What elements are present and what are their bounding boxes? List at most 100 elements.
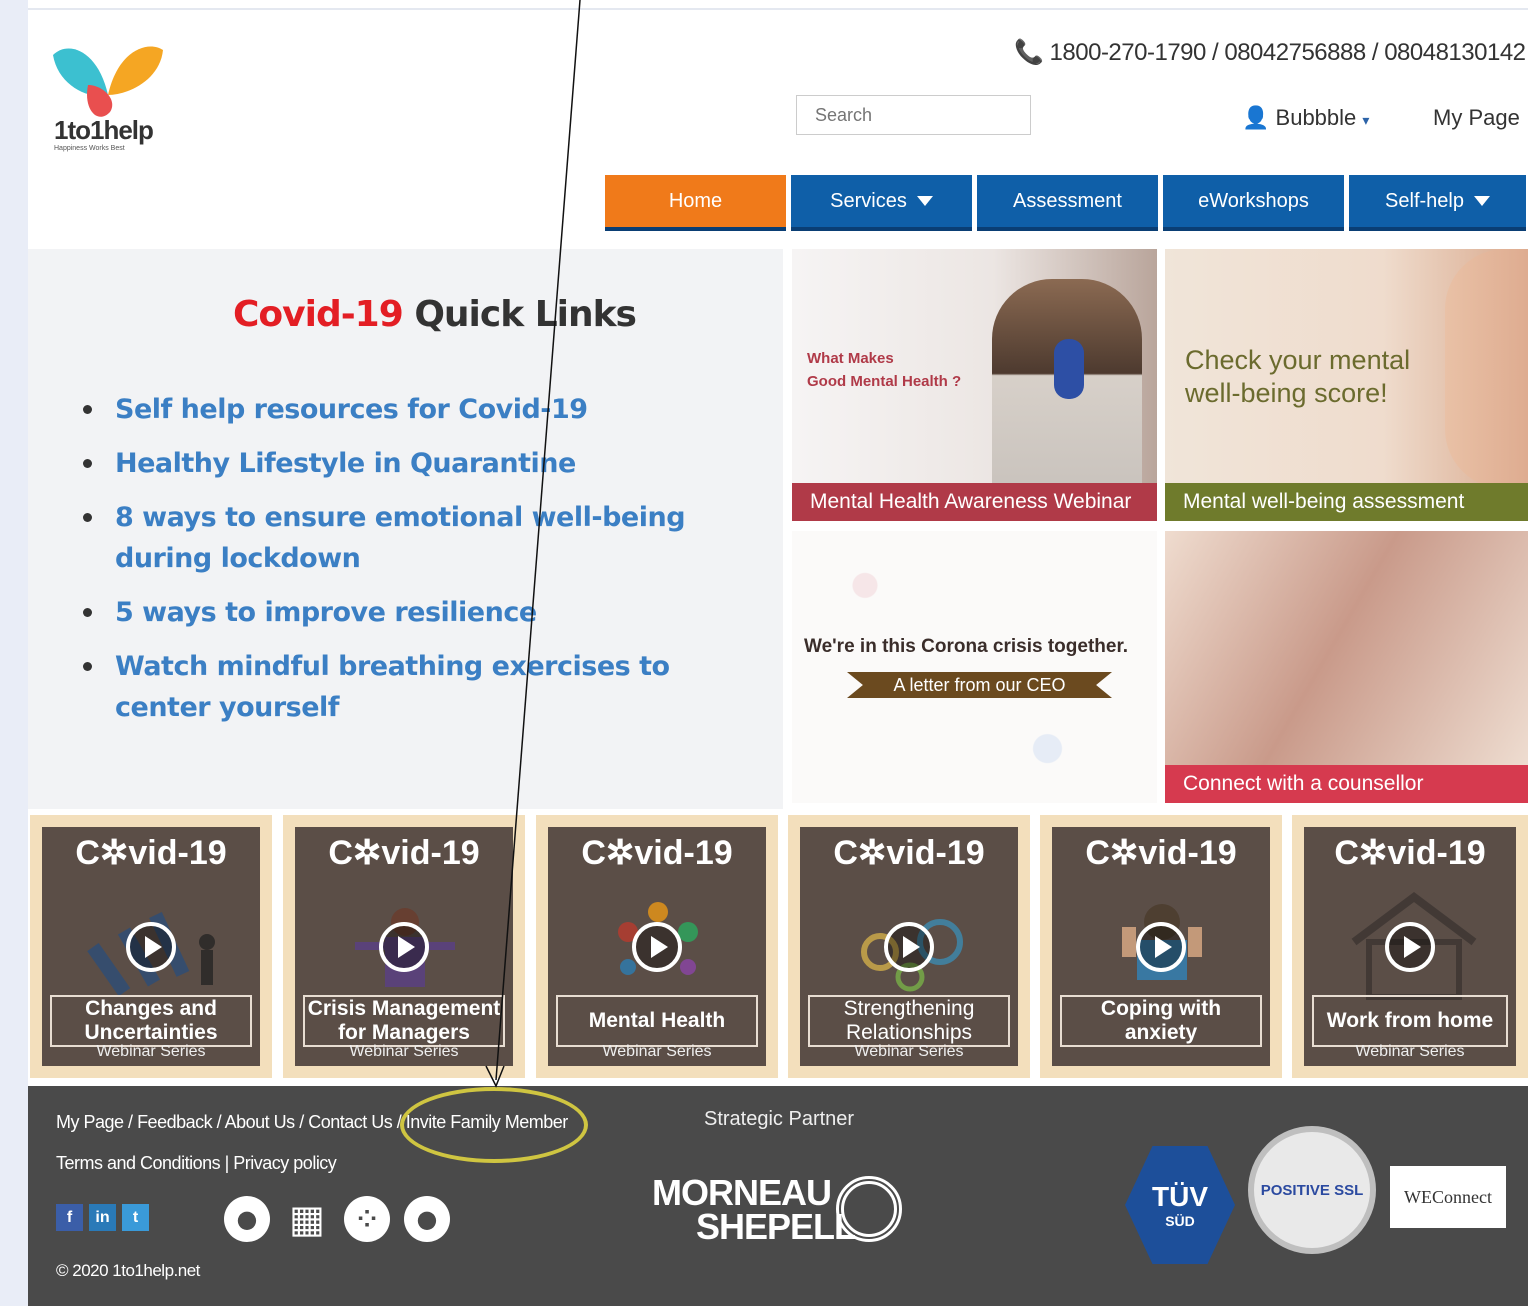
main-nav: Home Services Assessment eWorkshops Self… (605, 175, 1526, 231)
webinar-heading: C✲vid-19 (581, 834, 733, 872)
webinar-card-changes[interactable]: C✲vid-19 Changes and Uncertainties Webin… (30, 815, 272, 1078)
assessment-lead-line2: well-being score! (1185, 378, 1388, 408)
webinar-card-anxiety[interactable]: C✲vid-19 Coping with anxiety (1040, 815, 1282, 1078)
nav-services-label: Services (830, 189, 907, 212)
quick-link[interactable]: Healthy Lifestyle in Quarantine (83, 443, 743, 484)
top-border (0, 0, 1528, 10)
quick-link[interactable]: Watch mindful breathing exercises to cen… (83, 646, 743, 728)
webinar-card-inner: C✲vid-19 Work from home Webinar Series (1304, 827, 1516, 1066)
webinar-heading: C✲vid-19 (1334, 834, 1486, 872)
dropdown-arrow-icon (916, 196, 933, 206)
webinar-label: Changes and Uncertainties (50, 995, 252, 1047)
tuv-sub: SÜD (1165, 1213, 1195, 1229)
footer: My Page / Feedback / About Us / Contact … (28, 1086, 1528, 1306)
logo-tagline: Happiness Works Best (54, 145, 125, 152)
webinar-card-inner: C✲vid-19 Changes and Uncertainties Webin… (42, 827, 260, 1066)
nav-assessment-label: Assessment (1013, 189, 1122, 212)
webinar-series: Webinar Series (854, 1043, 964, 1060)
headphones-icon (1054, 339, 1084, 399)
nav-home[interactable]: Home (605, 175, 786, 231)
apple-icon[interactable]: ● (404, 1196, 450, 1242)
quick-link[interactable]: 5 ways to improve resilience (83, 592, 743, 633)
assessment-tile-caption: Mental well-being assessment (1165, 483, 1528, 521)
webinar-heading: C✲vid-19 (75, 834, 227, 872)
quick-links-title-rest: Quick Links (402, 294, 637, 335)
assessment-tile-lead: Check your mental well-being score! (1185, 344, 1410, 410)
wec-text: WEConnect (1404, 1186, 1492, 1207)
webinar-card-crisis[interactable]: C✲vid-19 Crisis Management for Managers … (283, 815, 525, 1078)
app-store-links: ● ▦ ⁘ ● (224, 1196, 450, 1242)
my-page-link[interactable]: My Page (1433, 105, 1520, 131)
woman-face-image (1445, 249, 1528, 489)
play-icon[interactable] (1385, 922, 1435, 972)
footer-link-about-us[interactable]: About Us (225, 1112, 296, 1132)
user-icon: 👤 (1242, 105, 1270, 130)
privacy-link[interactable]: Privacy policy (233, 1153, 337, 1173)
nav-assessment[interactable]: Assessment (977, 175, 1158, 231)
webinar-series: Webinar Series (349, 1043, 459, 1060)
assessment-lead-line1: Check your mental (1185, 345, 1411, 375)
tuv-badge: TÜV SÜD (1125, 1146, 1235, 1264)
left-margin (0, 0, 28, 1306)
play-icon[interactable] (1136, 922, 1186, 972)
webinar-heading: C✲vid-19 (1085, 834, 1237, 872)
facebook-icon[interactable]: f (56, 1204, 83, 1231)
play-icon[interactable] (632, 922, 682, 972)
webinar-lead-line1: What Makes (807, 350, 894, 367)
play-icon[interactable] (379, 922, 429, 972)
webinar-series: Webinar Series (96, 1043, 206, 1060)
nav-eworkshops[interactable]: eWorkshops (1163, 175, 1344, 231)
webinar-series: Webinar Series (602, 1043, 712, 1060)
assessment-tile[interactable]: Check your mental well-being score! Menta… (1165, 249, 1528, 521)
ceo-letter-tile[interactable]: We're in this Corona crisis together. A … (792, 531, 1157, 803)
footer-link-contact-us[interactable]: Contact Us (308, 1112, 393, 1132)
weconnect-badge: WEConnect (1390, 1166, 1506, 1228)
user-menu[interactable]: 👤 Bubbble ▾ (1242, 105, 1369, 131)
partner-line1: MORNEAU (652, 1172, 832, 1213)
footer-link-feedback[interactable]: Feedback (137, 1112, 213, 1132)
footer-link-my-page[interactable]: My Page (56, 1112, 124, 1132)
quick-links-list: Self help resources for Covid-19 Healthy… (83, 389, 743, 741)
webinar-card-relationships[interactable]: C✲vid-19 Strengthening Relationships Web… (788, 815, 1030, 1078)
webinar-card-inner: C✲vid-19 Mental Health Webinar Series (548, 827, 766, 1066)
quick-links-title-red: Covid-19 (233, 294, 404, 335)
quick-link[interactable]: 8 ways to ensure emotional well-being du… (83, 497, 743, 579)
annotation-ellipse (400, 1087, 588, 1163)
search-input[interactable] (796, 95, 1031, 135)
counsellor-tile[interactable]: Connect with a counsellor (1165, 531, 1528, 803)
nav-home-label: Home (668, 189, 723, 212)
partner-logo[interactable]: MORNEAU SHEPELL (652, 1172, 856, 1245)
twitter-icon[interactable]: t (122, 1204, 149, 1231)
dropdown-arrow-icon (1473, 196, 1490, 206)
terms-link[interactable]: Terms and Conditions (56, 1153, 221, 1173)
webinar-label: Mental Health (556, 995, 758, 1047)
webinar-tile[interactable]: What Makes Good Mental Health ? Mental He… (792, 249, 1157, 521)
webinar-card-mental-health[interactable]: C✲vid-19 Mental Health Webinar Series (536, 815, 778, 1078)
nav-self-help-label: Self-help (1385, 189, 1464, 212)
webinar-heading: C✲vid-19 (833, 834, 985, 872)
counsellor-tile-caption: Connect with a counsellor (1165, 765, 1528, 803)
webinar-heading: C✲vid-19 (328, 834, 480, 872)
webinar-label: Coping with anxiety (1060, 995, 1262, 1047)
logo-text[interactable]: 1to1help (54, 115, 154, 146)
nav-services[interactable]: Services (791, 175, 972, 231)
ssl-badge: POSITIVE SSL (1248, 1126, 1376, 1254)
android-icon[interactable]: ● (224, 1196, 270, 1242)
quick-link[interactable]: Self help resources for Covid-19 (83, 389, 743, 430)
webinar-label: Strengthening Relationships (808, 995, 1010, 1047)
webinar-label: Work from home (1312, 995, 1508, 1047)
webinar-card-inner: C✲vid-19 Coping with anxiety (1052, 827, 1270, 1066)
play-icon[interactable] (126, 922, 176, 972)
ceo-tile-lead: We're in this Corona crisis together. (804, 636, 1129, 657)
windows-icon[interactable]: ▦ (284, 1196, 330, 1242)
strategic-partner-label: Strategic Partner (704, 1108, 855, 1130)
webinar-label: Crisis Management for Managers (303, 995, 505, 1047)
quick-links-title: Covid-19 Quick Links (233, 294, 637, 335)
blackberry-icon[interactable]: ⁘ (344, 1196, 390, 1242)
webinar-card-wfh[interactable]: C✲vid-19 Work from home Webinar Series (1292, 815, 1528, 1078)
tuv-main: TÜV (1152, 1181, 1208, 1212)
nav-self-help[interactable]: Self-help (1349, 175, 1526, 231)
covid-quick-links: Covid-19 Quick Links Self help resources… (28, 249, 783, 809)
play-icon[interactable] (884, 922, 934, 972)
linkedin-icon[interactable]: in (89, 1204, 116, 1231)
